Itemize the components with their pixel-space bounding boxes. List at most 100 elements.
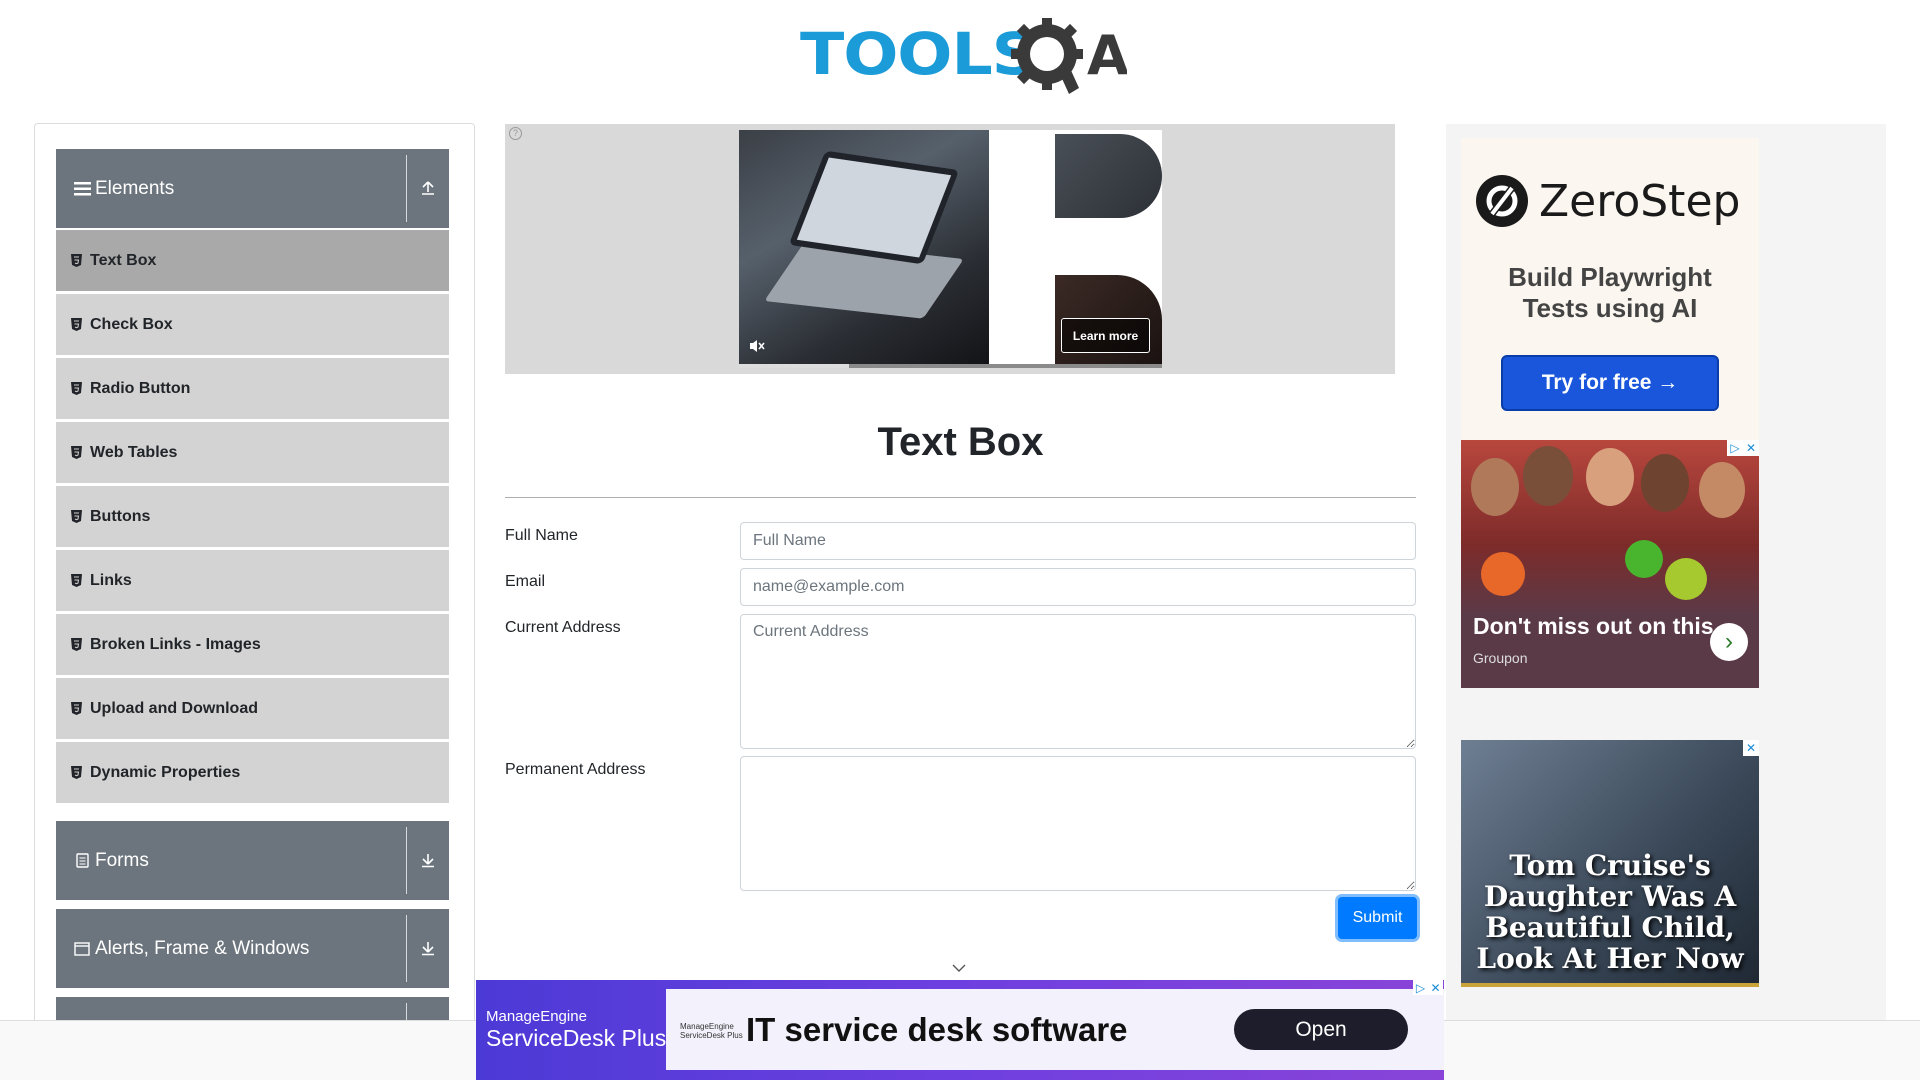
email-label: Email <box>505 573 546 590</box>
bowling-ball <box>1665 558 1707 600</box>
groupon-ad[interactable]: Don't miss out on this Groupon › <box>1461 440 1759 688</box>
html5-icon <box>71 318 83 332</box>
person <box>1586 448 1634 506</box>
permanent-address-label: Permanent Address <box>505 761 646 778</box>
try-for-free-button[interactable]: Try for free → <box>1501 355 1719 411</box>
divider <box>406 827 407 894</box>
menu-item-label: Upload and Download <box>90 699 258 717</box>
expand-arrow-icon[interactable] <box>417 937 439 959</box>
window-icon <box>73 940 91 958</box>
menu-item-label: Buttons <box>90 507 151 525</box>
ad-headline: IT service desk software <box>746 1011 1128 1048</box>
gear-magnifier-icon: A <box>1011 18 1127 94</box>
toolsqa-logo[interactable]: TOOLS A <box>800 14 1127 94</box>
left-panel: Elements Text Box Check Box Radio Button… <box>34 123 475 1080</box>
brand-line: ManageEngine <box>486 1008 587 1025</box>
menu-item-label: Broken Links - Images <box>90 635 261 653</box>
zerostep-ad[interactable]: ZeroStep Build Playwright Tests using AI… <box>1461 138 1759 440</box>
menu-item-buttons[interactable]: Buttons <box>56 486 449 547</box>
logo-text: TOOLS <box>800 20 1038 88</box>
menu-item-dynamic-properties[interactable]: Dynamic Properties <box>56 742 449 803</box>
video-progress-bar[interactable] <box>739 364 1162 368</box>
person <box>1699 462 1745 518</box>
html5-icon <box>71 574 83 588</box>
permanent-address-textarea[interactable] <box>740 756 1416 891</box>
zerostep-logo-icon <box>1476 175 1528 227</box>
html5-icon <box>71 446 83 460</box>
full-name-input[interactable] <box>740 522 1416 560</box>
document-icon <box>73 852 91 870</box>
menu-item-label: Web Tables <box>90 443 178 461</box>
brand-line: ServiceDesk Plus <box>486 1025 667 1051</box>
zerostep-tagline-line: Build Playwright <box>1508 262 1712 292</box>
current-address-label: Current Address <box>505 619 621 636</box>
menu-item-label: Text Box <box>90 251 157 269</box>
page-title: Text Box <box>877 420 1044 464</box>
current-address-textarea[interactable] <box>740 614 1416 749</box>
person <box>1523 446 1573 506</box>
ad-source: Groupon <box>1473 650 1528 666</box>
ad-caption-line: Beautiful Child, <box>1485 911 1735 944</box>
group-elements[interactable]: Elements <box>56 149 449 228</box>
laptop-photo <box>739 130 989 368</box>
mute-icon[interactable] <box>749 338 765 354</box>
menu-item-label: Dynamic Properties <box>90 763 241 781</box>
zerostep-brand: ZeroStep <box>1539 175 1741 227</box>
mini-logo-line: ManageEngine <box>680 1022 734 1031</box>
servicedesk-banner-ad[interactable]: ManageEngine ServiceDesk Plus ManageEngi… <box>476 980 1444 1080</box>
zerostep-tagline-line: Tests using AI <box>1522 293 1698 323</box>
ad-caption: Tom Cruise's Daughter Was A Beautiful Ch… <box>1461 850 1759 974</box>
open-button[interactable]: Open <box>1234 1009 1408 1050</box>
close-ad-icon[interactable]: ✕ <box>1743 440 1759 456</box>
person <box>1471 458 1519 516</box>
menu-item-links[interactable]: Links <box>56 550 449 611</box>
ad-caption: Don't miss out on this <box>1473 613 1714 639</box>
group-forms[interactable]: Forms <box>56 821 449 900</box>
laptop-screen <box>788 150 960 265</box>
email-input[interactable] <box>740 568 1416 606</box>
expand-arrow-icon[interactable] <box>417 849 439 871</box>
ad-panel: ManageEngine ServiceDesk Plus IT service… <box>666 989 1444 1070</box>
chevron-down-icon[interactable] <box>951 960 967 976</box>
html5-icon <box>71 638 83 652</box>
tabloid-ad[interactable]: Tom Cruise's Daughter Was A Beautiful Ch… <box>1461 740 1759 987</box>
menu-item-radio-button[interactable]: Radio Button <box>56 358 449 419</box>
ad-caption-line: Tom Cruise's <box>1509 849 1711 882</box>
menu-item-upload-download[interactable]: Upload and Download <box>56 678 449 739</box>
zerostep-tagline: Build Playwright Tests using AI <box>1461 262 1759 324</box>
menu-item-label: Radio Button <box>90 379 191 397</box>
ad-info-icon[interactable]: ? <box>509 127 522 140</box>
html5-icon <box>71 766 83 780</box>
close-ad-icon[interactable]: ✕ <box>1428 980 1443 995</box>
learn-more-button[interactable]: Learn more <box>1061 318 1150 353</box>
menu-item-check-box[interactable]: Check Box <box>56 294 449 355</box>
menu-item-broken-links[interactable]: Broken Links - Images <box>56 614 449 675</box>
menu-item-label: Links <box>90 571 132 589</box>
submit-button[interactable]: Submit <box>1338 897 1417 939</box>
divider <box>406 915 407 982</box>
group-alerts-frame-windows[interactable]: Alerts, Frame & Windows <box>56 909 449 988</box>
top-video-ad[interactable]: ? Learn more <box>505 124 1395 374</box>
person <box>1641 454 1689 512</box>
ad-choices-icon[interactable]: ▷ <box>1413 980 1428 995</box>
html5-icon <box>71 254 83 268</box>
close-ad-icon[interactable]: ✕ <box>1743 740 1759 756</box>
mini-logo-line: ServiceDesk Plus <box>680 1031 743 1040</box>
logo-suffix: A <box>1087 24 1127 87</box>
video-player[interactable]: Learn more <box>739 130 1162 368</box>
manageengine-brand: ManageEngine ServiceDesk Plus <box>486 1008 666 1052</box>
chevron-right-icon[interactable]: › <box>1710 623 1748 661</box>
zerostep-logo: ZeroStep <box>1475 174 1740 228</box>
menu-item-web-tables[interactable]: Web Tables <box>56 422 449 483</box>
collapse-arrow-icon[interactable] <box>417 177 439 199</box>
mini-logo: ManageEngine ServiceDesk Plus <box>680 1022 743 1040</box>
ad-choices-icon[interactable]: ▷ <box>1727 440 1743 456</box>
group-title: Alerts, Frame & Windows <box>95 937 310 959</box>
divider <box>505 497 1416 498</box>
group-title: Forms <box>95 849 149 871</box>
menu-item-text-box[interactable]: Text Box <box>56 230 449 291</box>
ad-thumbnail <box>1055 134 1162 218</box>
group-title: Elements <box>95 177 175 199</box>
ad-caption-line: Look At Her Now <box>1476 942 1744 975</box>
bowling-photo <box>1461 440 1759 615</box>
